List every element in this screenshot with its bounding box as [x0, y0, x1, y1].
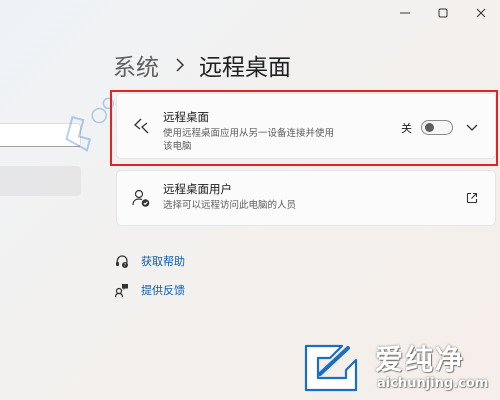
give-feedback-label: 提供反馈 [141, 284, 185, 297]
minimize-icon [400, 12, 410, 14]
chevron-right-icon [173, 56, 187, 74]
remote-desktop-users-card[interactable]: 远程桌面用户 选择可以远程访问此电脑的人员 [116, 170, 496, 226]
nav-item-selected[interactable] [0, 166, 81, 196]
maximize-button[interactable] [424, 0, 462, 26]
watermark-brand-icon [304, 344, 358, 392]
close-button[interactable] [462, 0, 500, 26]
watermark-url: aichunjing.com [377, 376, 489, 391]
give-feedback-link[interactable]: 提供反馈 [113, 281, 185, 299]
watermark-name: 爱纯净 [375, 343, 466, 376]
remote-users-text: 远程桌面用户 选择可以远程访问此电脑的人员 [163, 182, 383, 212]
expand-button[interactable] [463, 119, 481, 137]
window-controls [386, 0, 500, 26]
chevron-down-icon [466, 124, 478, 131]
remote-desktop-text: 远程桌面 使用远程桌面应用从另一设备连接并使用该电脑 [163, 110, 343, 153]
maximize-icon [438, 8, 448, 18]
breadcrumb-parent-system[interactable]: 系统 [113, 48, 159, 82]
remote-users-title: 远程桌面用户 [163, 182, 232, 196]
remote-users-description: 选择可以远程访问此电脑的人员 [163, 200, 297, 211]
open-external-icon [466, 192, 478, 204]
open-external-button[interactable] [463, 189, 481, 207]
remote-desktop-description: 使用远程桌面应用从另一设备连接并使用该电脑 [163, 128, 335, 152]
remote-desktop-icon [134, 118, 149, 134]
users-check-icon [132, 189, 150, 207]
remote-desktop-card[interactable]: 远程桌面 使用远程桌面应用从另一设备连接并使用该电脑 关 [116, 93, 496, 159]
remote-desktop-toggle[interactable] [421, 120, 453, 135]
minimize-button[interactable] [386, 0, 424, 26]
navigation-pane [0, 0, 82, 400]
page-title: 远程桌面 [199, 55, 291, 81]
close-icon [476, 8, 486, 18]
toggle-knob [425, 123, 434, 132]
feedback-icon [113, 281, 131, 299]
toggle-state-label: 关 [401, 122, 412, 135]
breadcrumb: 系统 远程桌面 [113, 48, 291, 82]
watermark-logo: 爱纯净 aichunjing.com [300, 338, 496, 398]
get-help-link[interactable]: ? 获取帮助 [113, 252, 185, 270]
remote-desktop-title: 远程桌面 [163, 110, 209, 124]
help-icon: ? [113, 252, 131, 270]
get-help-label: 获取帮助 [141, 255, 185, 268]
